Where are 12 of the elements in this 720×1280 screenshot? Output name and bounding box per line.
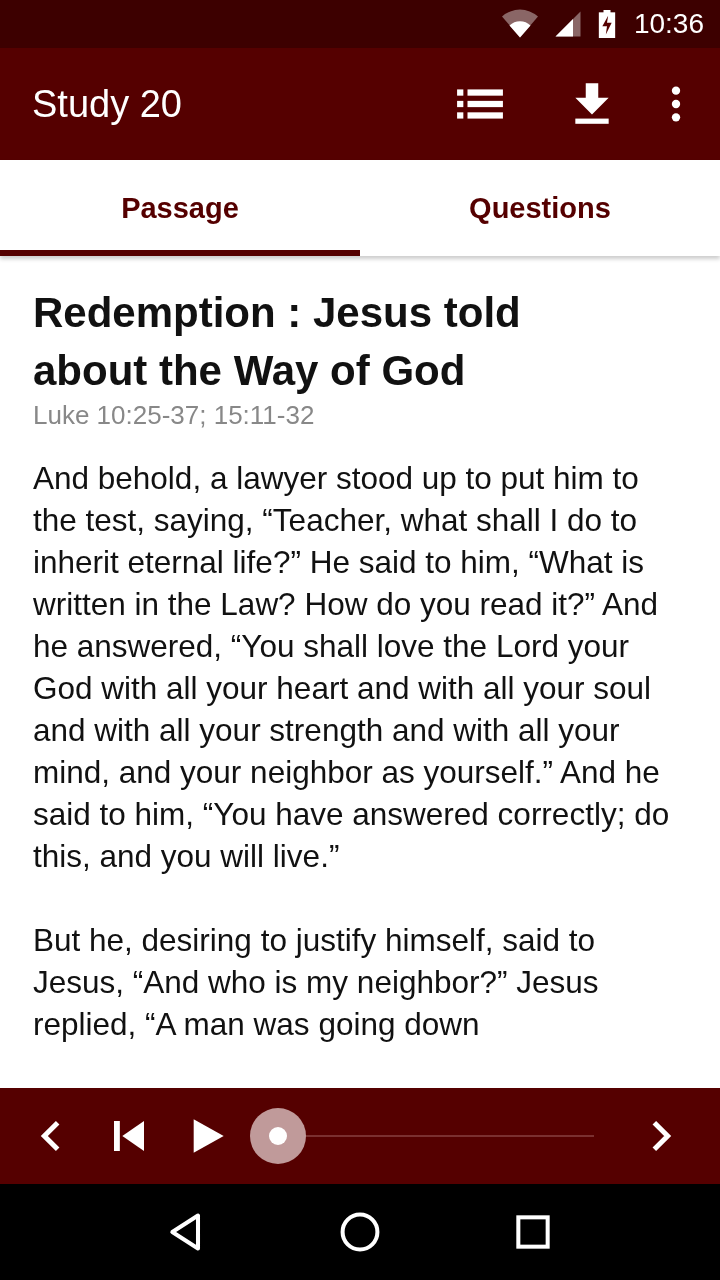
tab[interactable]: Passage	[0, 160, 360, 256]
passage-reference: Luke 10:25-37; 15:11-32	[33, 400, 316, 431]
circle-home-icon	[338, 1210, 382, 1254]
status-time: 10:36	[633, 8, 704, 40]
passage-paragraph: But he, desiring to justify himself, said to Jesus, “And who is my neighbor?” Jesus replied, “A man was going down	[33, 921, 600, 1044]
app-title: Study 20	[32, 82, 182, 126]
seek-thumb[interactable]	[250, 1108, 306, 1164]
battery-charging-icon	[597, 10, 616, 38]
wifi-icon	[501, 9, 538, 39]
passage-paragraph: And behold, a lawyer stood up to put him to the test, saying, “Teacher, what shall I do to inherit eternal life?” He said to him, “What is written in the Law? How do you read it?” And he answered, “You shall love the Lord your God with all your heart and with all your soul and with all your strength and with all your mind, and your neighbor as yourself.” And he said to him, “You have answered correctly; do this, and you will live.”	[33, 459, 671, 876]
passage-title: Redemption : Jesus told about the Way of God	[33, 288, 522, 396]
tab[interactable]: Questions	[360, 160, 720, 256]
